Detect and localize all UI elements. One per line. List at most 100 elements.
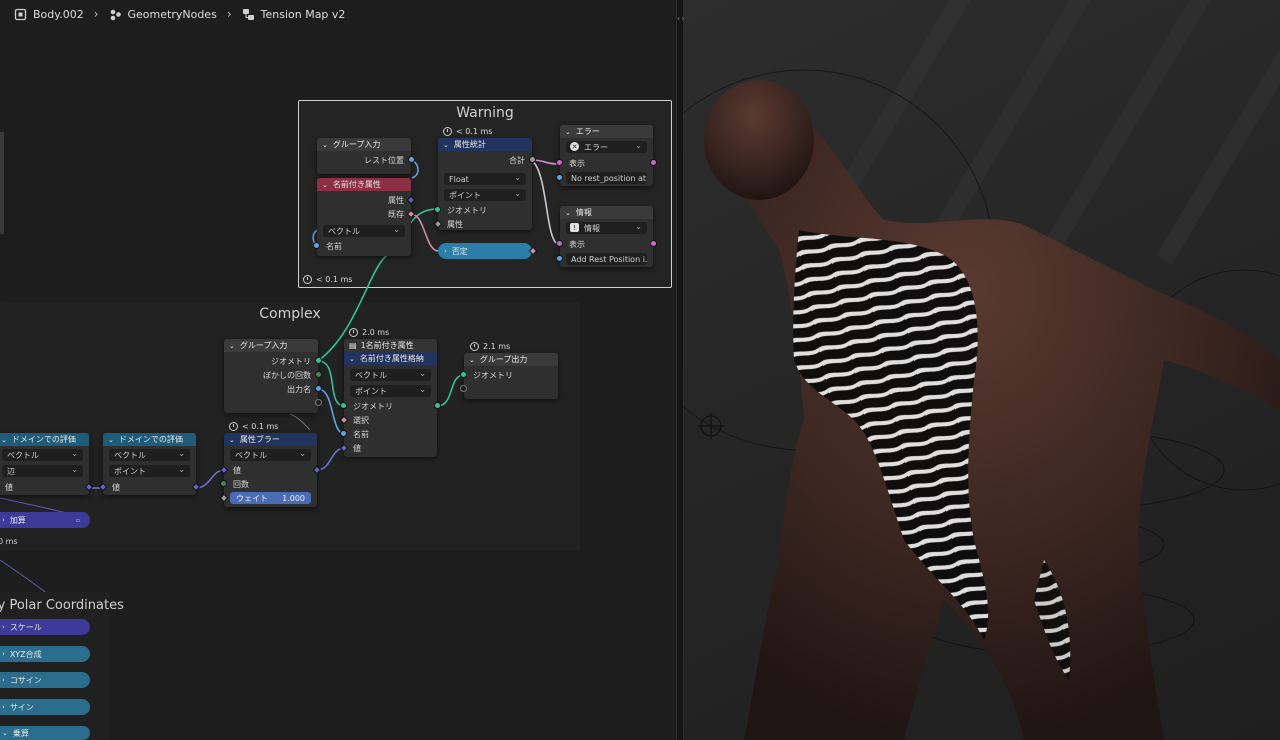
sum-socket[interactable] xyxy=(529,156,536,163)
chevron-down-icon: ⌄ xyxy=(178,449,185,458)
eval2-type-dropdown[interactable]: ベクトル ⌄ xyxy=(109,449,190,461)
frame-polar-title: ly Polar Coordinates xyxy=(0,598,124,613)
store-type-dropdown[interactable]: ベクトル ⌄ xyxy=(350,369,431,381)
blur-count-socket[interactable] xyxy=(315,371,322,378)
node-attribute-statistic[interactable]: ⌄ 属性統計 合計 Float ⌄ ポイント ⌄ ジオメトリ 属性 xyxy=(433,138,536,230)
rest-position-socket-row: レスト位置 xyxy=(364,155,404,165)
node-evaluate-on-domain-1[interactable]: ⌄ ドメインでの評価 ベクトル ⌄ 辺 ⌄ 値 xyxy=(0,433,94,495)
info-mode-dropdown[interactable]: ! 情報 ⌄ xyxy=(566,222,647,234)
breadcrumb: Body.002 › GeometryNodes › Tension Map v… xyxy=(14,6,345,22)
node-info[interactable]: ⌄ 情報 ! 情報 ⌄ 表示 Add Rest Position i... xyxy=(556,206,657,267)
chevron-down-icon: ⌄ xyxy=(178,465,185,474)
chevron-down-icon: ⌄ xyxy=(229,341,235,350)
left-region-handle[interactable] xyxy=(0,132,4,234)
data-type-dropdown[interactable]: Float ⌄ xyxy=(444,173,526,185)
error-message-field[interactable]: No rest_position at... xyxy=(566,172,647,184)
node-combine-xyz[interactable]: › XYZ合成 xyxy=(0,646,90,662)
error-output-socket[interactable] xyxy=(650,159,657,166)
chevron-right-icon: › xyxy=(2,516,5,524)
clock-icon xyxy=(303,275,312,284)
3d-viewport[interactable] xyxy=(684,0,1280,740)
info-message-socket[interactable] xyxy=(556,255,563,262)
eval1-type-dropdown[interactable]: ベクトル ⌄ xyxy=(2,449,83,461)
modifier-icon xyxy=(109,8,122,21)
clock-icon xyxy=(443,127,452,136)
node-group-input-warning[interactable]: ⌄ グループ入力 レスト位置 xyxy=(317,138,415,174)
cursor-crosshair xyxy=(698,413,724,439)
domain-dropdown[interactable]: ポイント ⌄ xyxy=(444,189,526,201)
chevron-down-icon: ⌄ xyxy=(419,385,426,394)
rest-position-socket[interactable] xyxy=(408,156,415,163)
node-store-named-attribute[interactable]: ▤ 1名前付き属性 ⌄ 名前付き属性格納 ベクトル ⌄ ポイント ⌄ ジオメトリ 選択 … xyxy=(339,339,441,457)
chevron-down-icon: ⌄ xyxy=(514,189,521,198)
object-icon xyxy=(14,8,27,21)
geometry-input-socket[interactable] xyxy=(434,206,441,213)
node-named-attribute[interactable]: ⌄ 名前付き属性 属性 既存 ベクトル ⌄ 名前 xyxy=(313,178,416,256)
group-output-geometry-socket[interactable] xyxy=(460,371,467,378)
node-multiply[interactable]: ⌄ 乗算 xyxy=(0,726,90,740)
empty-socket[interactable] xyxy=(315,399,322,406)
chevron-down-icon: ⌄ xyxy=(349,354,355,363)
chevron-down-icon: ⌄ xyxy=(71,465,78,474)
chevron-down-icon: ⌄ xyxy=(1,435,7,444)
store-domain-dropdown[interactable]: ポイント ⌄ xyxy=(350,385,431,397)
name-socket[interactable] xyxy=(313,242,320,249)
chevron-down-icon: ⌄ xyxy=(393,225,400,234)
blur-type-dropdown[interactable]: ベクトル ⌄ xyxy=(230,449,311,461)
node-group-input-complex[interactable]: ⌄ グループ入力 ジオメトリ ぼかしの回数 出力名 xyxy=(224,339,322,413)
node-blur-attribute[interactable]: ⌄ 属性ブラー ベクトル ⌄ 値 回数 ウェイト 1.000 xyxy=(219,433,322,507)
error-icon: ✕ xyxy=(570,142,579,151)
chevron-down-icon: ⌄ xyxy=(71,449,78,458)
partial-timing-label: 0 ms xyxy=(0,537,18,546)
type-dropdown[interactable]: ベクトル ⌄ xyxy=(323,225,405,237)
node-group-output[interactable]: ⌄ グループ出力 ジオメトリ xyxy=(460,353,558,399)
weight-field[interactable]: ウェイト 1.000 xyxy=(230,492,311,504)
error-mode-dropdown[interactable]: ✕ エラー ⌄ xyxy=(566,141,647,153)
info-output-socket[interactable] xyxy=(650,240,657,247)
area-divider[interactable]: ‹› xyxy=(676,0,684,740)
info-show-socket[interactable] xyxy=(556,240,563,247)
clock-icon xyxy=(229,422,238,431)
output-name-socket[interactable] xyxy=(315,385,322,392)
node-negate[interactable]: › 否定 xyxy=(438,243,532,259)
store-geometry-out-socket[interactable] xyxy=(434,402,441,409)
node-title: グループ入力 xyxy=(332,140,381,149)
store-geometry-in-socket[interactable] xyxy=(340,402,347,409)
node-evaluate-on-domain-2[interactable]: ⌄ ドメインでの評価 ベクトル ⌄ ポイント ⌄ 値 xyxy=(98,433,201,495)
geometry-output-socket[interactable] xyxy=(315,357,322,364)
node-cosine[interactable]: › コサイン xyxy=(0,672,90,688)
attribute-icon: ▤ xyxy=(349,341,357,350)
viewport-render xyxy=(684,0,1280,740)
info-message-field[interactable]: Add Rest Position i... xyxy=(566,253,647,265)
chevron-right-icon: › xyxy=(226,7,232,21)
eval2-domain-dropdown[interactable]: ポイント ⌄ xyxy=(109,465,190,477)
node-error[interactable]: ⌄ エラー ✕ エラー ⌄ 表示 No rest_position at... xyxy=(556,125,657,186)
chevron-down-icon: ⌄ xyxy=(565,208,571,217)
node-add[interactable]: › 加算 ▫ xyxy=(0,512,90,528)
chevron-down-icon: ⌄ xyxy=(322,140,328,149)
chevron-down-icon: ⌄ xyxy=(2,729,8,737)
node-scale[interactable]: › スケール xyxy=(0,619,90,635)
node-sine[interactable]: › サイン xyxy=(0,699,90,715)
chevron-right-icon: › xyxy=(2,650,5,658)
frame-complex-title: Complex xyxy=(259,306,321,322)
chevron-down-icon: ⌄ xyxy=(299,449,306,458)
error-show-socket[interactable] xyxy=(556,159,563,166)
eval1-domain-dropdown[interactable]: 辺 ⌄ xyxy=(2,465,83,477)
breadcrumb-item-node-tree[interactable]: Tension Map v2 xyxy=(242,8,345,21)
group-output-timing: 2.1 ms xyxy=(470,341,510,352)
blur-iterations-socket[interactable] xyxy=(220,480,227,487)
frame-warning-timing: < 0.1 ms xyxy=(303,274,352,285)
node-editor[interactable]: Complex Warning < 0.1 ms ⌄ グループ入力 レスト位置 … xyxy=(0,0,676,740)
empty-socket[interactable] xyxy=(460,385,467,392)
clock-icon xyxy=(470,342,479,351)
store-name-socket[interactable] xyxy=(340,430,347,437)
breadcrumb-item-object[interactable]: Body.002 xyxy=(14,8,84,21)
attr-stats-timing: < 0.1 ms xyxy=(443,126,492,137)
chevron-down-icon: ⌄ xyxy=(565,127,571,136)
blur-attr-timing: < 0.1 ms xyxy=(229,421,278,432)
frame-polar-coordinates[interactable] xyxy=(0,592,110,740)
error-message-socket[interactable] xyxy=(556,174,563,181)
chevron-right-icon: › xyxy=(444,247,447,255)
breadcrumb-item-modifier[interactable]: GeometryNodes xyxy=(109,8,217,21)
